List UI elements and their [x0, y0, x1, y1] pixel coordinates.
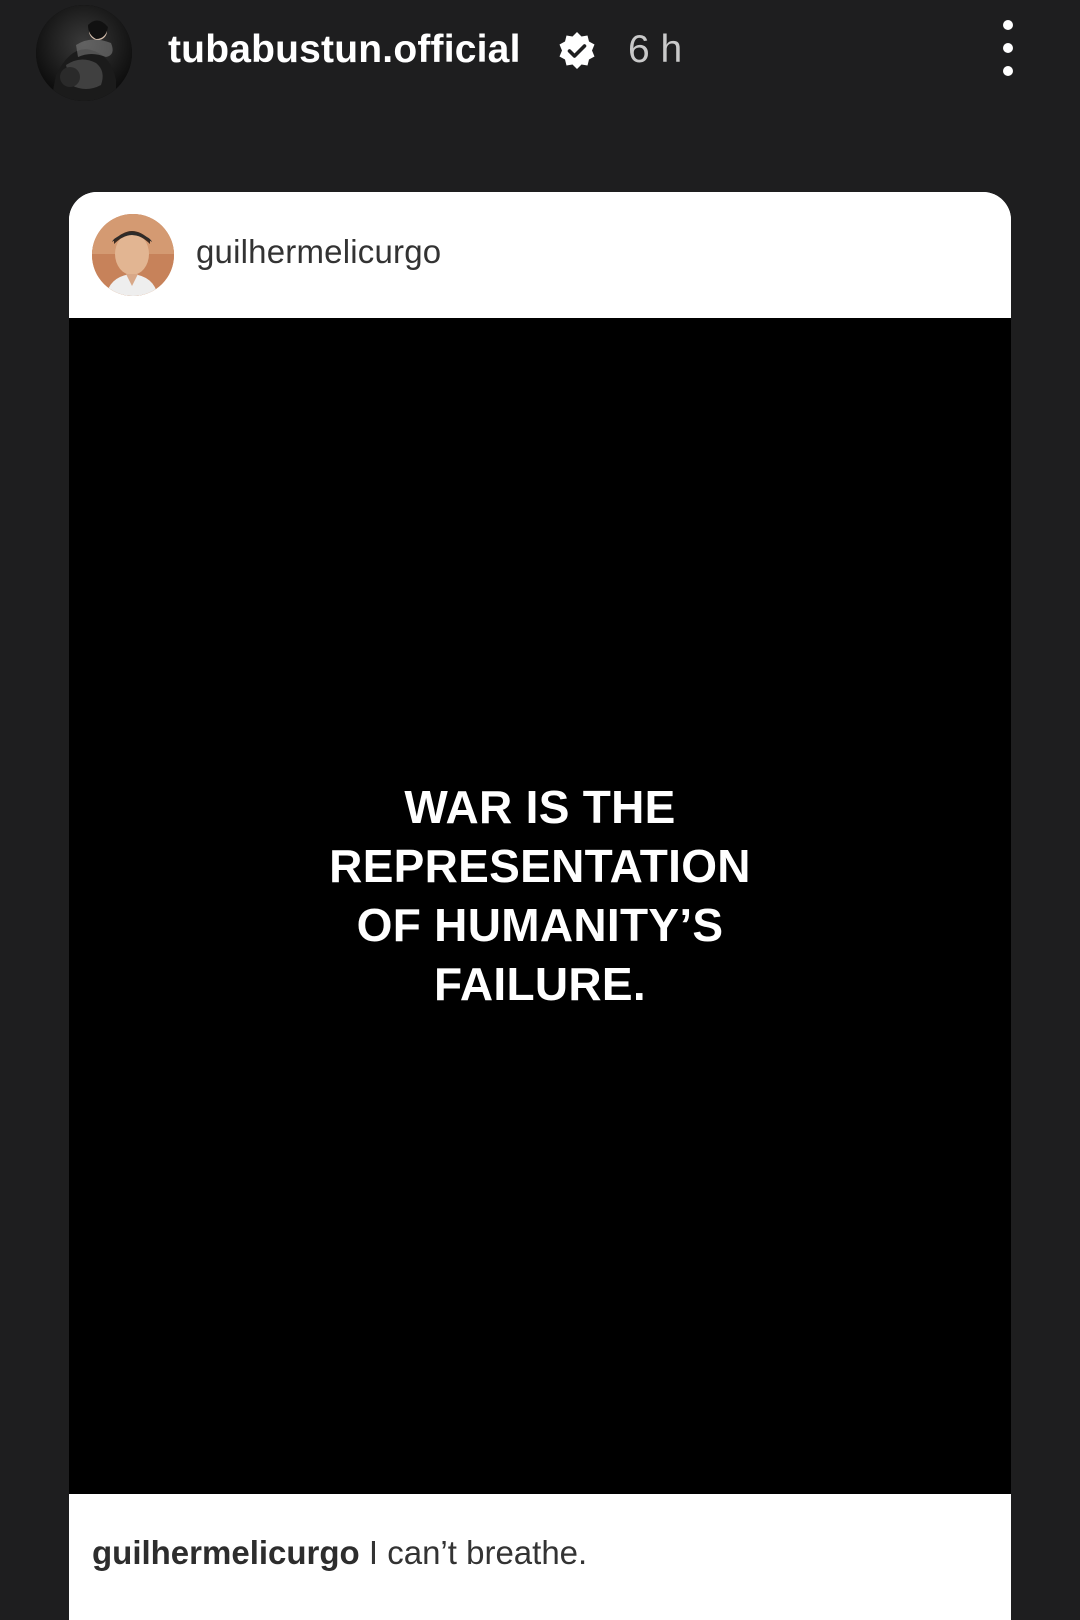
- quote-line: FAILURE.: [434, 958, 646, 1010]
- quote-text: WAR IS THE REPRESENTATION OF HUMANITY’S …: [69, 778, 1011, 1014]
- story-username[interactable]: tubabustun.official: [168, 26, 521, 74]
- story-viewer: tubabustun.official 6 h guilhermelicurgo…: [0, 0, 1080, 1620]
- caption-text: I can’t breathe.: [368, 1534, 588, 1571]
- quote-line: WAR IS THE: [404, 781, 676, 833]
- story-header: tubabustun.official 6 h: [0, 0, 1080, 110]
- more-options-button[interactable]: [990, 20, 1026, 76]
- caption-line: guilhermelicurgo I can’t breathe.: [92, 1532, 587, 1574]
- more-icon-dot: [1003, 43, 1013, 53]
- quote-line: REPRESENTATION: [329, 840, 751, 892]
- story-author-avatar[interactable]: [36, 5, 132, 101]
- shared-post-author-avatar[interactable]: [92, 214, 174, 296]
- caption-username[interactable]: guilhermelicurgo: [92, 1534, 360, 1571]
- shared-post-caption: guilhermelicurgo I can’t breathe.: [69, 1494, 1011, 1620]
- shared-post-username[interactable]: guilhermelicurgo: [196, 232, 441, 272]
- shared-post-image[interactable]: WAR IS THE REPRESENTATION OF HUMANITY’S …: [69, 318, 1011, 1494]
- more-vertical-icon: [1003, 20, 1013, 30]
- verified-badge-icon: [556, 30, 598, 72]
- avatar-image: [36, 5, 132, 101]
- shared-post-card[interactable]: guilhermelicurgo WAR IS THE REPRESENTATI…: [69, 192, 1011, 1620]
- more-icon-dot: [1003, 66, 1013, 76]
- quote-line: OF HUMANITY’S: [356, 899, 724, 951]
- shared-post-header: guilhermelicurgo: [69, 192, 1011, 318]
- avatar-image: [92, 214, 174, 296]
- story-timestamp: 6 h: [628, 28, 683, 71]
